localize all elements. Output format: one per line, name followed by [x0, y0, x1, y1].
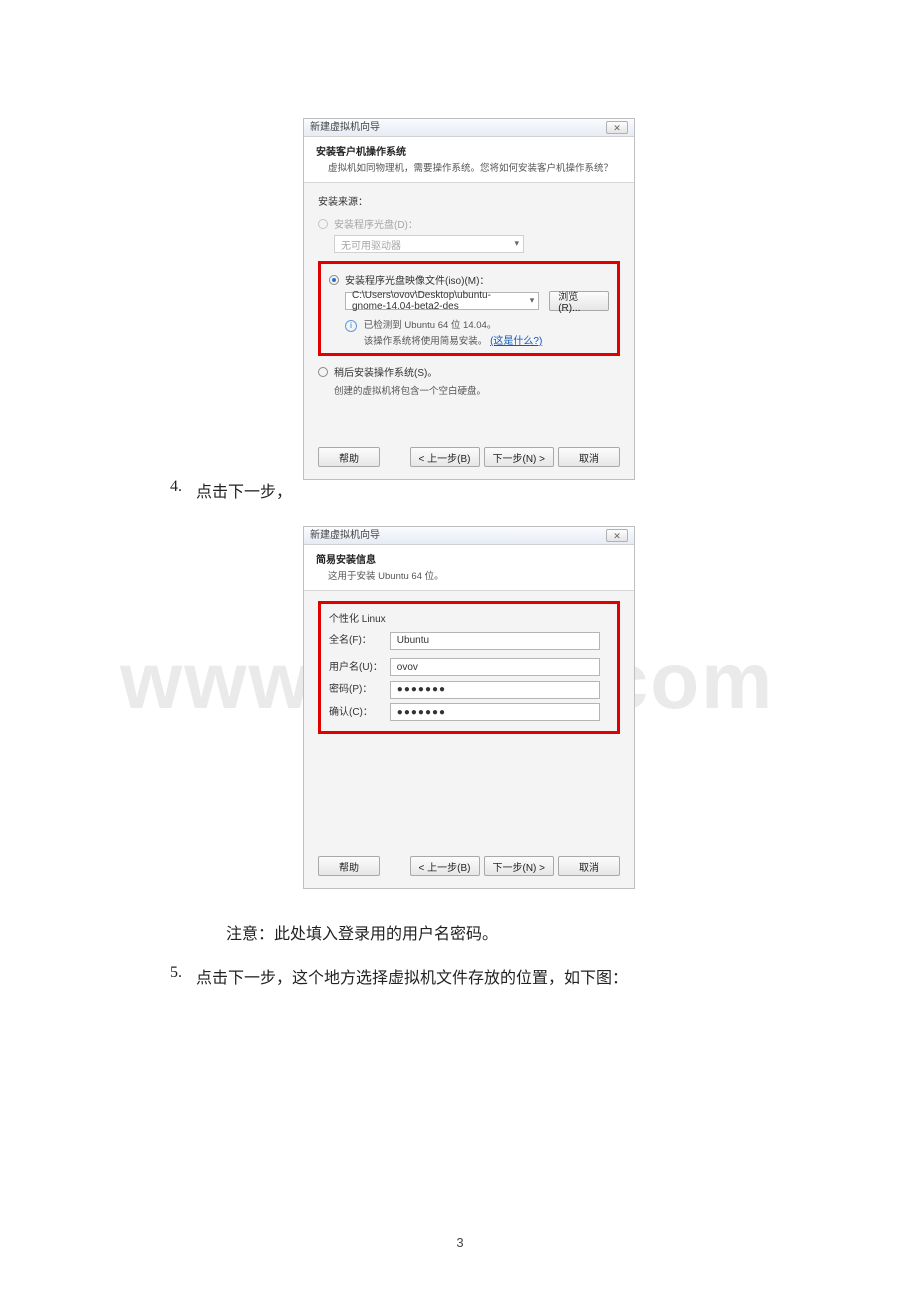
cancel-button[interactable]: 取消	[558, 447, 620, 467]
disc-combo: 无可用驱动器	[334, 235, 524, 253]
window-title: 新建虚拟机向导	[310, 119, 380, 136]
help-button[interactable]: 帮助	[318, 447, 380, 467]
page-number: 3	[0, 1235, 920, 1250]
window-title: 新建虚拟机向导	[310, 527, 380, 544]
confirm-label: 确认(C)：	[329, 703, 387, 718]
dialog-footer: 帮助 < 上一步(B) 下一步(N) > 取消	[304, 846, 634, 888]
note-text: 注意：此处填入登录用的用户名密码。	[226, 920, 498, 944]
detected-text: 已检测到 Ubuntu 64 位 14.04。	[364, 320, 497, 331]
later-note: 创建的虚拟机将包含一个空白硬盘。	[334, 383, 620, 397]
confirm-input[interactable]: ●●●●●●●	[390, 703, 600, 721]
wizard-install-source: 新建虚拟机向导 ✕ 安装客户机操作系统 虚拟机如同物理机，需要操作系统。您将如何…	[303, 118, 635, 480]
password-input[interactable]: ●●●●●●●	[390, 681, 600, 699]
iso-path-combo[interactable]: C:\Users\ovov\Desktop\ubuntu-gnome-14.04…	[345, 292, 539, 310]
detected-sub: 该操作系统将使用简易安装。	[364, 336, 488, 347]
dialog-header: 简易安装信息 这用于安装 Ubuntu 64 位。	[304, 545, 634, 591]
back-button[interactable]: < 上一步(B)	[410, 447, 480, 467]
highlight-credentials: 个性化 Linux 全名(F)： Ubuntu 用户名(U)： ovov 密码(…	[318, 601, 620, 734]
radio-iso-label: 安装程序光盘映像文件(iso)(M)：	[345, 272, 489, 287]
info-icon: i	[345, 320, 357, 332]
password-label: 密码(P)：	[329, 680, 387, 695]
fullname-label: 全名(F)：	[329, 631, 387, 646]
cancel-button[interactable]: 取消	[558, 856, 620, 876]
whats-this-link[interactable]: (这是什么?)	[490, 336, 542, 347]
radio-iso[interactable]: 安装程序光盘映像文件(iso)(M)：	[329, 272, 609, 287]
step5-number: 5.	[170, 964, 182, 982]
fullname-input[interactable]: Ubuntu	[390, 632, 600, 650]
radio-icon	[329, 275, 339, 285]
back-button[interactable]: < 上一步(B)	[410, 856, 480, 876]
radio-icon	[318, 367, 328, 377]
username-input[interactable]: ovov	[390, 658, 600, 676]
highlight-iso-section: 安装程序光盘映像文件(iso)(M)： C:\Users\ovov\Deskto…	[318, 261, 620, 356]
step4-number: 4.	[170, 478, 182, 496]
step5-text: 点击下一步，这个地方选择虚拟机文件存放的位置，如下图：	[196, 964, 628, 988]
titlebar[interactable]: 新建虚拟机向导 ✕	[304, 527, 634, 545]
close-button[interactable]: ✕	[606, 121, 628, 134]
dialog-header: 安装客户机操作系统 虚拟机如同物理机，需要操作系统。您将如何安装客户机操作系统？	[304, 137, 634, 183]
browse-button[interactable]: 浏览(R)...	[549, 291, 609, 311]
next-button[interactable]: 下一步(N) >	[484, 856, 555, 876]
titlebar[interactable]: 新建虚拟机向导 ✕	[304, 119, 634, 137]
radio-later-label: 稍后安装操作系统(S)。	[334, 364, 437, 379]
next-button[interactable]: 下一步(N) >	[484, 447, 555, 467]
help-button[interactable]: 帮助	[318, 856, 380, 876]
close-button[interactable]: ✕	[606, 529, 628, 542]
iso-path-text: C:\Users\ovov\Desktop\ubuntu-gnome-14.04…	[352, 290, 520, 312]
username-label: 用户名(U)：	[329, 658, 387, 673]
radio-disc-label: 安装程序光盘(D)：	[334, 216, 418, 231]
header-subtitle: 虚拟机如同物理机，需要操作系统。您将如何安装客户机操作系统？	[328, 160, 622, 174]
disc-combo-value: 无可用驱动器	[341, 237, 401, 252]
header-subtitle: 这用于安装 Ubuntu 64 位。	[328, 568, 622, 582]
dialog-footer: 帮助 < 上一步(B) 下一步(N) > 取消	[304, 437, 634, 479]
header-title: 简易安装信息	[316, 551, 622, 566]
personalize-label: 个性化 Linux	[329, 610, 609, 625]
header-title: 安装客户机操作系统	[316, 143, 622, 158]
radio-later[interactable]: 稍后安装操作系统(S)。	[318, 364, 620, 379]
radio-disc[interactable]: 安装程序光盘(D)：	[318, 216, 620, 231]
wizard-easy-install: 新建虚拟机向导 ✕ 简易安装信息 这用于安装 Ubuntu 64 位。 个性化 …	[303, 526, 635, 889]
source-label: 安装来源：	[318, 193, 620, 208]
radio-icon	[318, 219, 328, 229]
step4-text: 点击下一步，	[196, 478, 292, 502]
